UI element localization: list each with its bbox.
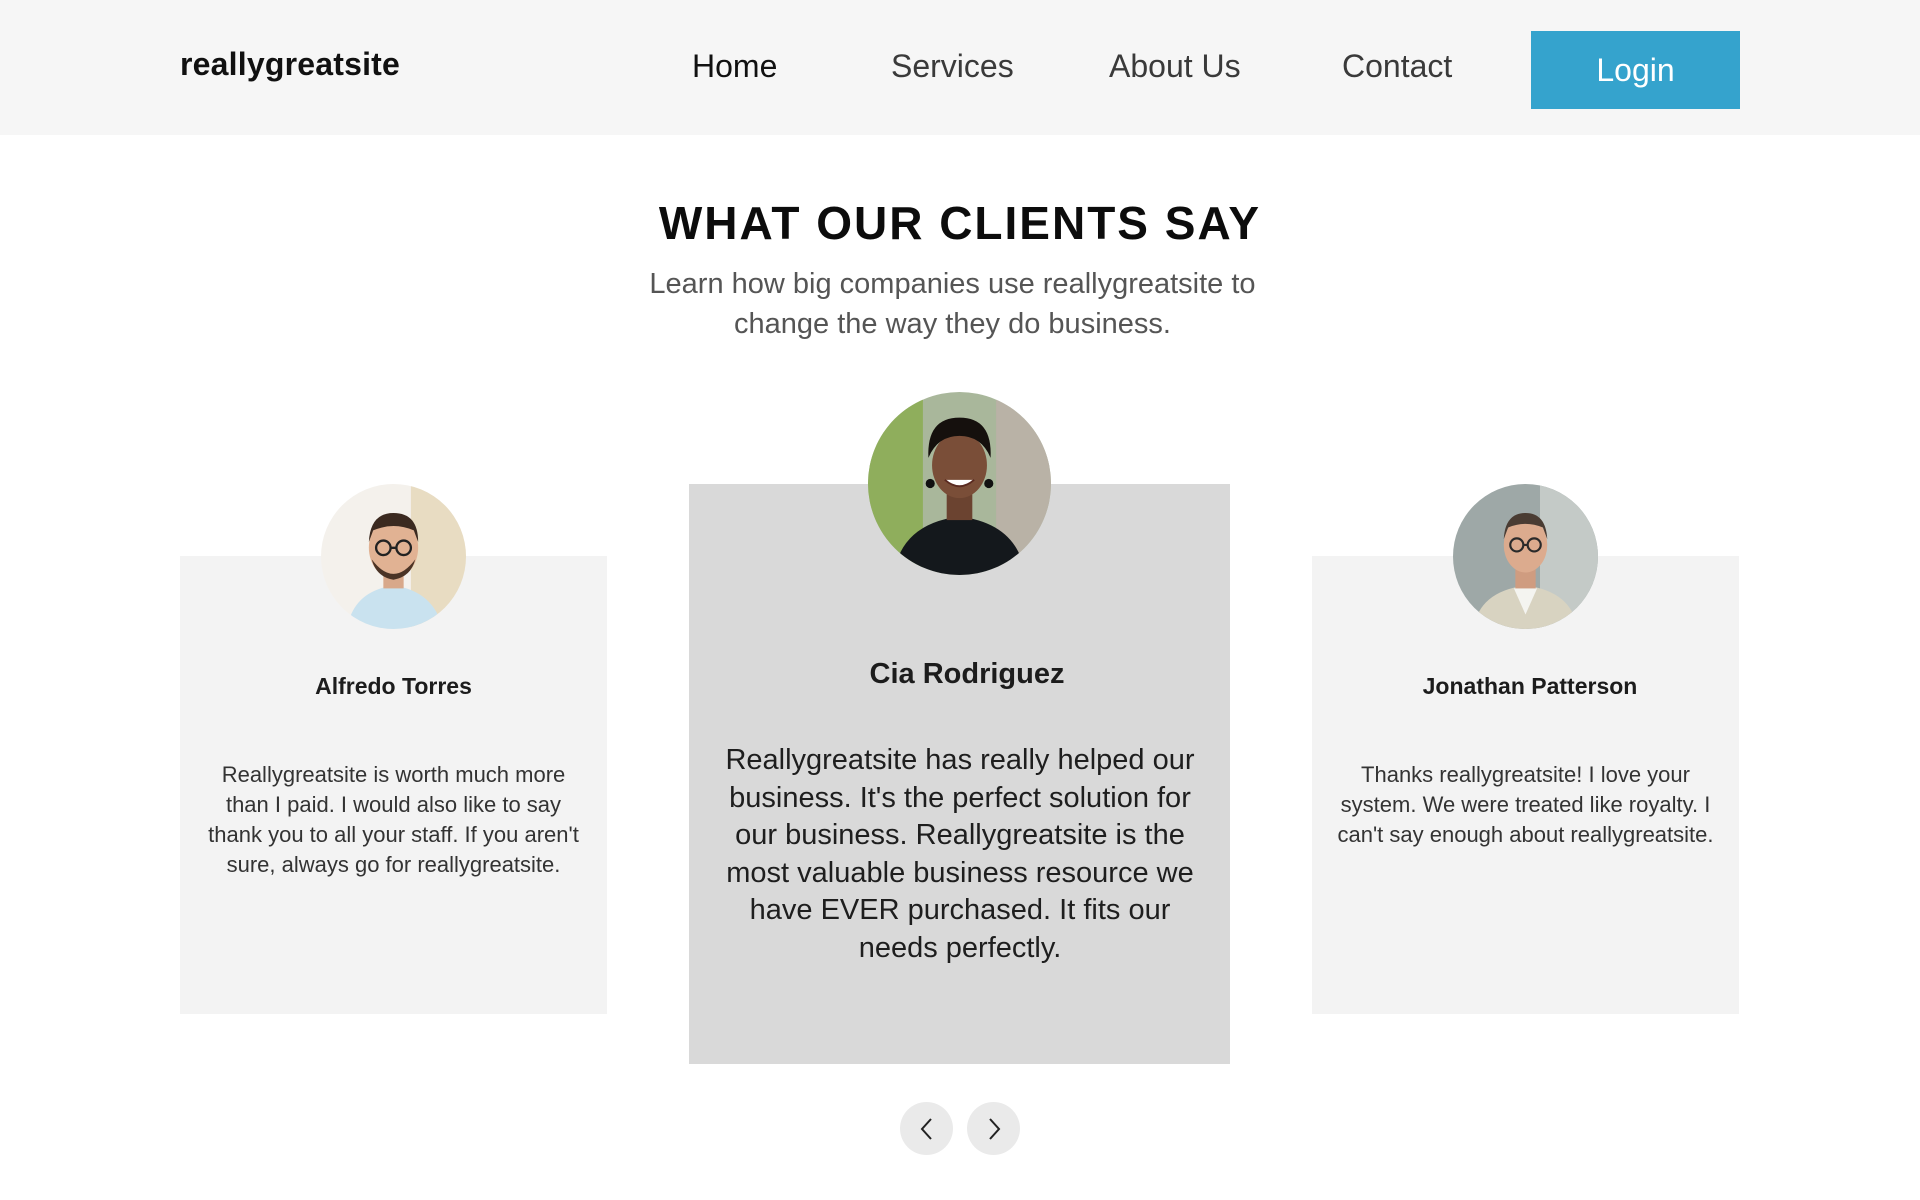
section-subtitle: Learn how big companies use reallygreats… [649,268,1256,340]
testimonial-quote: Reallygreatsite is worth much more than … [208,762,579,877]
avatar-alfredo-image [321,484,466,629]
man-in-blazer-photo [1453,484,1598,629]
smiling-woman-photo [868,392,1051,575]
nav-contact-link[interactable]: Contact [1342,48,1452,85]
site-logo[interactable]: reallygreatsite [180,46,400,83]
man-with-glasses-photo [321,484,466,629]
nav-about-link[interactable]: About Us [1109,48,1241,85]
carousel-next-button[interactable] [967,1102,1020,1155]
client-name: Jonathan Patterson [1422,673,1638,699]
client-name: Cia Rodriguez [869,658,1065,690]
chevron-left-icon [920,1117,932,1140]
testimonial-quote: Thanks reallygreatsite! I love your syst… [1337,762,1714,847]
client-name: Alfredo Torres [315,673,472,699]
testimonial-quote: Reallygreatsite has really helped our bu… [725,744,1195,964]
carousel-prev-button[interactable] [900,1102,953,1155]
avatar-jonathan-image [1453,484,1598,629]
nav-services-link[interactable]: Services [891,48,1014,85]
login-button[interactable]: Login [1531,31,1740,109]
avatar-cia-image [868,392,1051,575]
chevron-right-icon [988,1117,1000,1140]
nav-home-link[interactable]: Home [692,48,777,85]
section-title: WHAT OUR CLIENTS SAY [658,197,1262,249]
site-header: reallygreatsite Home Services About Us C… [0,0,1920,135]
